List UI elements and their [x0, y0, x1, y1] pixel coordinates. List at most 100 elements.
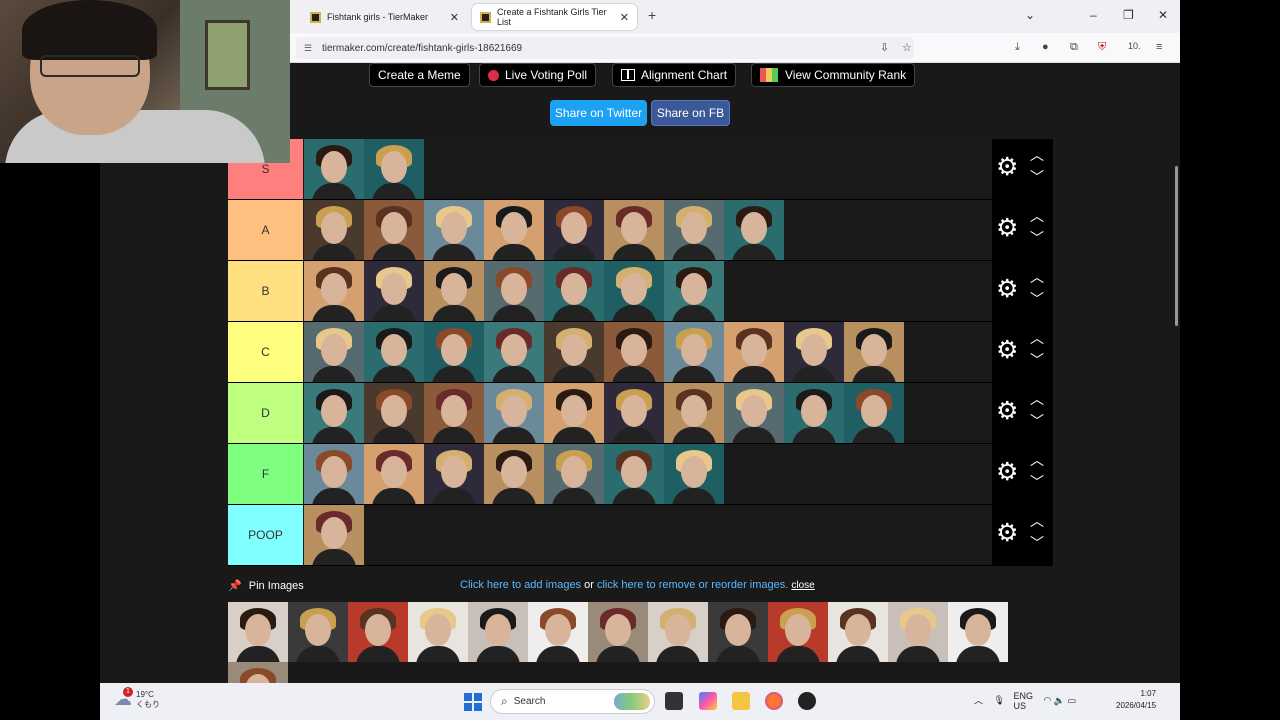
- tier-image[interactable]: [364, 261, 424, 321]
- site-info-icon[interactable]: ☰: [304, 43, 314, 54]
- new-tab-plus-icon[interactable]: +: [648, 7, 656, 23]
- tab-fishtank-girls[interactable]: Fishtank girls - TierMaker ✕: [302, 4, 467, 30]
- task-view-icon[interactable]: [665, 692, 683, 710]
- restore-icon[interactable]: ❐: [1123, 8, 1134, 22]
- tier-image[interactable]: [364, 383, 424, 443]
- move-down-chevron-icon[interactable]: ﹀: [1030, 228, 1044, 248]
- alignment-chart-button[interactable]: Alignment Chart: [612, 63, 737, 87]
- tier-image[interactable]: [364, 444, 424, 504]
- bookmark-star-icon[interactable]: ☆: [902, 41, 912, 54]
- tier-image[interactable]: [484, 444, 544, 504]
- tier-image[interactable]: [784, 383, 844, 443]
- file-explorer-icon[interactable]: [732, 692, 750, 710]
- battery-icon[interactable]: ▭: [1068, 695, 1077, 705]
- remove-reorder-link[interactable]: click here to remove or reorder images.: [597, 579, 788, 591]
- tier-image[interactable]: [544, 200, 604, 260]
- tier-image[interactable]: [484, 383, 544, 443]
- tier-image[interactable]: [724, 200, 784, 260]
- pool-image[interactable]: [708, 602, 768, 662]
- move-down-chevron-icon[interactable]: ﹀: [1030, 411, 1044, 431]
- move-up-chevron-icon[interactable]: ︿: [1030, 450, 1044, 470]
- tier-image[interactable]: [424, 261, 484, 321]
- tab-list-chevron-icon[interactable]: ⌄: [1025, 8, 1035, 22]
- weather-widget[interactable]: ☁ 1 19°C くもり: [114, 687, 160, 710]
- wifi-icon[interactable]: ◠: [1044, 695, 1052, 705]
- gear-icon[interactable]: ⚙: [996, 277, 1018, 302]
- tier-image[interactable]: [424, 322, 484, 382]
- tier-image[interactable]: [664, 383, 724, 443]
- ublock-shield-icon[interactable]: ⛨: [1098, 41, 1106, 54]
- pool-image[interactable]: [468, 602, 528, 662]
- tier-label[interactable]: A: [228, 200, 303, 260]
- share-twitter-button[interactable]: Share on Twitter: [550, 100, 647, 126]
- downloads-icon[interactable]: ⤓: [1015, 41, 1020, 54]
- language-indicator[interactable]: ENG US: [1013, 691, 1033, 711]
- pool-image[interactable]: [888, 602, 948, 662]
- live-voting-poll-button[interactable]: Live Voting Poll: [479, 63, 597, 87]
- tier-label[interactable]: POOP: [228, 505, 303, 565]
- move-up-chevron-icon[interactable]: ︿: [1030, 267, 1044, 287]
- tier-image[interactable]: [304, 505, 364, 565]
- page-scrollbar[interactable]: [1175, 166, 1178, 326]
- view-community-rank-button[interactable]: View Community Rank: [751, 63, 916, 87]
- tier-image[interactable]: [664, 261, 724, 321]
- copilot-icon[interactable]: [699, 692, 717, 710]
- tier-image[interactable]: [424, 383, 484, 443]
- pool-image[interactable]: [768, 602, 828, 662]
- tier-image[interactable]: [604, 383, 664, 443]
- tab-create-tier-list[interactable]: Create a Fishtank Girls Tier List ✕: [472, 4, 637, 30]
- pool-image[interactable]: [528, 602, 588, 662]
- tier-image[interactable]: [544, 322, 604, 382]
- close-icon[interactable]: ✕: [620, 11, 629, 24]
- tier-image[interactable]: [484, 200, 544, 260]
- menu-hamburger-icon[interactable]: ≡: [1156, 41, 1162, 53]
- tier-image[interactable]: [544, 261, 604, 321]
- tier-image[interactable]: [484, 322, 544, 382]
- close-link[interactable]: close: [791, 580, 814, 591]
- tier-image[interactable]: [724, 383, 784, 443]
- tier-image[interactable]: [604, 322, 664, 382]
- move-up-chevron-icon[interactable]: ︿: [1030, 145, 1044, 165]
- gear-icon[interactable]: ⚙: [996, 216, 1018, 241]
- move-down-chevron-icon[interactable]: ﹀: [1030, 533, 1044, 553]
- tier-label[interactable]: D: [228, 383, 303, 443]
- tier-image[interactable]: [364, 322, 424, 382]
- create-meme-button[interactable]: Create a Meme: [369, 63, 470, 87]
- gear-icon[interactable]: ⚙: [996, 460, 1018, 485]
- tier-image[interactable]: [544, 383, 604, 443]
- pool-image[interactable]: [348, 602, 408, 662]
- tier-image[interactable]: [424, 200, 484, 260]
- pool-image[interactable]: [948, 602, 1008, 662]
- tier-image[interactable]: [424, 444, 484, 504]
- tier-image[interactable]: [304, 383, 364, 443]
- pool-image[interactable]: [288, 602, 348, 662]
- move-down-chevron-icon[interactable]: ﹀: [1030, 289, 1044, 309]
- tier-image[interactable]: [364, 200, 424, 260]
- pool-image[interactable]: [588, 602, 648, 662]
- tier-image[interactable]: [664, 200, 724, 260]
- pool-image[interactable]: [648, 602, 708, 662]
- tier-image[interactable]: [844, 322, 904, 382]
- tier-image[interactable]: [304, 444, 364, 504]
- microphone-icon[interactable]: 🎙: [994, 695, 1005, 705]
- window-close-icon[interactable]: ✕: [1158, 8, 1168, 22]
- move-up-chevron-icon[interactable]: ︿: [1030, 206, 1044, 226]
- move-down-chevron-icon[interactable]: ﹀: [1030, 167, 1044, 187]
- tier-label[interactable]: F: [228, 444, 303, 504]
- tier-image[interactable]: [604, 444, 664, 504]
- pool-image[interactable]: [408, 602, 468, 662]
- move-up-chevron-icon[interactable]: ︿: [1030, 511, 1044, 531]
- tier-image[interactable]: [604, 261, 664, 321]
- move-up-chevron-icon[interactable]: ︿: [1030, 328, 1044, 348]
- firefox-icon[interactable]: [765, 692, 783, 710]
- tier-image[interactable]: [364, 139, 424, 199]
- tier-image[interactable]: [784, 322, 844, 382]
- gear-icon[interactable]: ⚙: [996, 521, 1018, 546]
- pool-image[interactable]: [828, 602, 888, 662]
- move-down-chevron-icon[interactable]: ﹀: [1030, 472, 1044, 492]
- tier-image[interactable]: [844, 383, 904, 443]
- tray-overflow-chevron-icon[interactable]: ︿: [974, 695, 983, 705]
- profile-label[interactable]: 10.: [1128, 41, 1141, 51]
- tier-label[interactable]: C: [228, 322, 303, 382]
- clock[interactable]: 1:07 2026/04/15: [1116, 688, 1156, 712]
